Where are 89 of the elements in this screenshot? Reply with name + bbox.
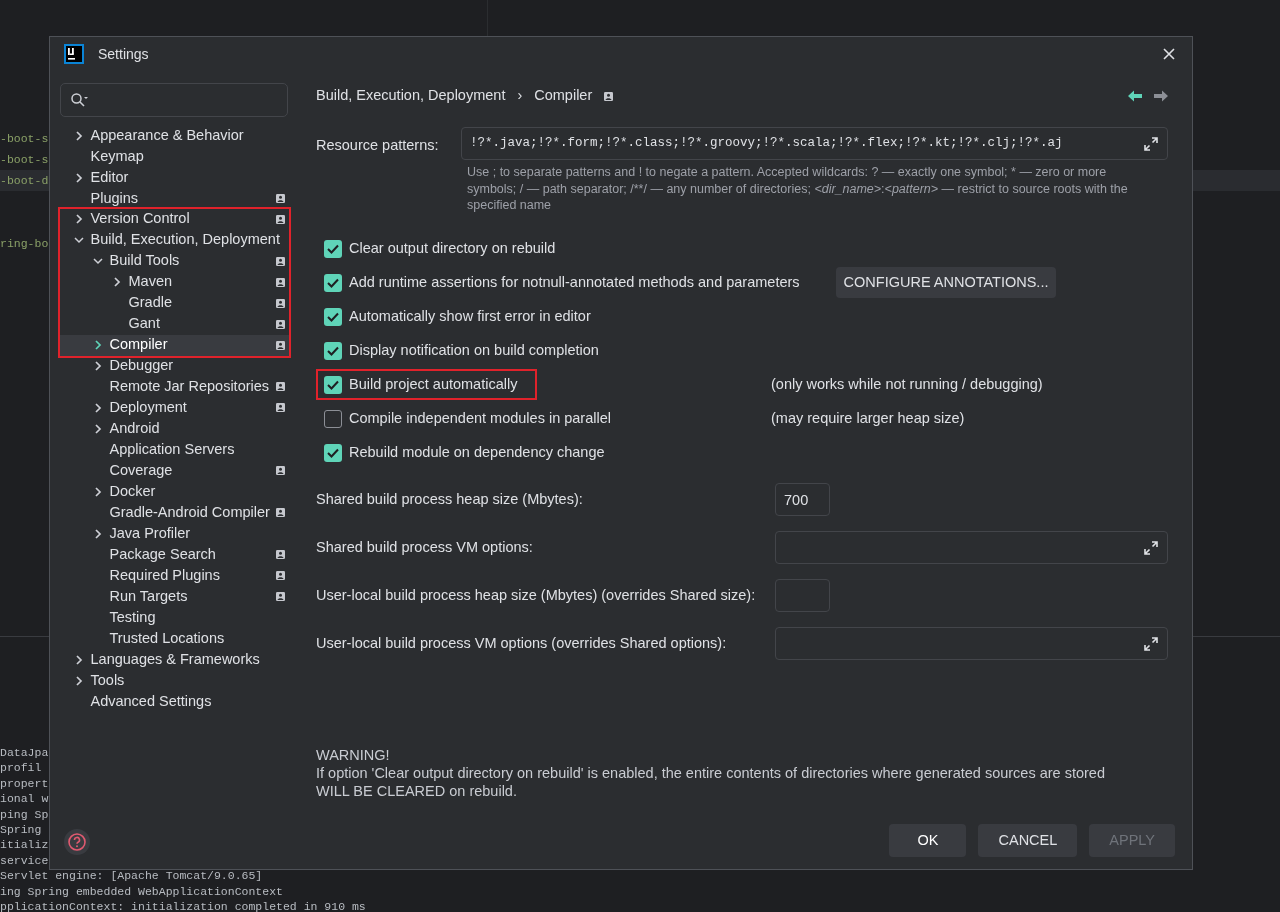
help-icon[interactable]	[64, 829, 90, 855]
checkbox-label: Add runtime assertions for notnull-annotated methods and parameters	[349, 272, 800, 292]
tree-item[interactable]: Deployment	[59, 397, 289, 418]
field-label: Resource patterns:	[316, 136, 440, 155]
window-title: Settings	[98, 44, 149, 64]
checkbox[interactable]	[324, 443, 342, 462]
tree-item[interactable]: Coverage	[59, 460, 289, 481]
app-logo-icon	[64, 44, 84, 64]
tree-item[interactable]: Testing	[59, 607, 289, 628]
console-line: ping Sp	[0, 806, 49, 822]
console-line: ing Spring embedded WebApplicationContext	[0, 883, 283, 899]
console-line: service	[0, 852, 49, 869]
checkbox-label: Rebuild module on dependency change	[349, 442, 605, 462]
tree-item[interactable]: Docker	[59, 481, 289, 502]
checkbox-label: Automatically show first error in editor	[349, 306, 591, 326]
dialog-button[interactable]: CANCEL	[978, 824, 1078, 857]
breadcrumb-separator: ›	[517, 86, 523, 106]
field-label: User-local build process heap size (Mbytes) (overrides Shared size):	[316, 585, 757, 605]
tree-item[interactable]: Plugins	[59, 188, 289, 209]
tree-item[interactable]: Trusted Locations	[59, 628, 289, 649]
checkbox[interactable]	[324, 273, 342, 292]
tree-item[interactable]: Debugger	[59, 355, 289, 376]
dialog-button[interactable]: OK	[889, 824, 967, 857]
tree-item[interactable]: Gant	[59, 313, 289, 335]
back-arrow-icon[interactable]	[1128, 90, 1142, 102]
code-line: -boot-s	[0, 152, 49, 168]
resource-patterns-field[interactable]: !?*.java;!?*.form;!?*.class;!?*.groovy;!?*.scala;!?*.flex;!?*.kt;!?*.clj;!?*.aj	[461, 127, 1168, 160]
help-text: Use ; to separate patterns and ! to negate a pattern. Accepted wildcards: ? — exactly one symbol; * — zero or more symbols; / — path separator; /**/ — any number of directories; <dir_name>:<pattern> — restrict to source roots with the specified name	[467, 164, 1129, 214]
search-icon	[70, 92, 88, 108]
expand-icon[interactable]	[1143, 635, 1159, 652]
checkbox-label: Clear output directory on rebuild	[349, 238, 556, 258]
tree-item[interactable]: Run Targets	[59, 586, 289, 607]
tree-item[interactable]: Maven	[59, 271, 289, 293]
console-line: propert	[0, 775, 49, 792]
configure-annotations-button[interactable]: CONFIGURE ANNOTATIONS...	[835, 266, 1057, 299]
breadcrumb-item[interactable]: Build, Execution, Deployment	[316, 85, 506, 107]
warning-title: WARNING!	[316, 746, 391, 764]
console-line: itializ	[0, 837, 49, 853]
checkbox[interactable]	[324, 341, 342, 360]
checkbox[interactable]	[324, 239, 342, 258]
field-label: Shared build process VM options:	[316, 537, 534, 557]
field-label: User-local build process VM options (overrides Shared options):	[316, 633, 728, 653]
checkbox[interactable]	[324, 409, 342, 428]
option-note: (only works while not running / debugging)	[771, 374, 1043, 394]
tree-item[interactable]: Compiler	[59, 334, 289, 356]
checkbox-label: Compile independent modules in parallel	[349, 408, 611, 428]
console-line: Spring	[0, 821, 42, 838]
console-line: profil	[0, 760, 42, 776]
option-note: (may require larger heap size)	[771, 408, 965, 428]
tree-item[interactable]: Appearance & Behavior	[59, 125, 289, 146]
tree-item[interactable]: Keymap	[59, 146, 289, 167]
tree-item[interactable]: Java Profiler	[59, 523, 289, 544]
field-label: Shared build process heap size (Mbytes):	[316, 489, 584, 509]
tree-item[interactable]: Tools	[59, 670, 289, 691]
warning-text: If option 'Clear output directory on rebuild' is enabled, the entire contents of directories where generated sources are stored WILL BE CLEARED on rebuild.	[316, 764, 1106, 800]
console-line: ional w	[0, 791, 49, 807]
text-field[interactable]	[775, 627, 1168, 660]
tree-item[interactable]: Advanced Settings	[59, 691, 289, 712]
tree-item[interactable]: Build Tools	[59, 250, 289, 272]
breadcrumb-item[interactable]: Compiler	[534, 85, 593, 107]
number-field[interactable]	[775, 579, 830, 612]
tree-item[interactable]: Languages & Frameworks	[59, 649, 289, 670]
console-line: Servlet engine: [Apache Tomcat/9.0.65]	[0, 868, 263, 884]
tree-item[interactable]: Build, Execution, Deployment	[59, 229, 289, 251]
tree-item[interactable]: Gradle-Android Compiler	[59, 502, 289, 523]
checkbox-label: Display notification on build completion	[349, 340, 599, 360]
expand-icon[interactable]	[1143, 539, 1159, 556]
tree-item[interactable]: Gradle	[59, 292, 289, 314]
close-icon	[1162, 47, 1176, 61]
tree-item[interactable]: Version Control	[59, 208, 289, 230]
tree-item[interactable]: Editor	[59, 167, 289, 188]
tree-item[interactable]: Package Search	[59, 544, 289, 565]
number-field[interactable]: 700	[775, 483, 830, 516]
tree-item[interactable]: Android	[59, 418, 289, 439]
expand-icon[interactable]	[1143, 135, 1159, 152]
tree-item[interactable]: Remote Jar Repositories	[59, 376, 289, 397]
forward-arrow-icon[interactable]	[1154, 90, 1168, 102]
checkbox[interactable]	[324, 375, 342, 394]
code-line: ring-bo	[0, 236, 49, 252]
tree-item[interactable]: Required Plugins	[59, 565, 289, 586]
code-line: -boot-d	[0, 173, 49, 189]
tree-item[interactable]: Application Servers	[59, 439, 289, 460]
checkbox[interactable]	[324, 307, 342, 326]
console-line: DataJpa	[0, 745, 49, 761]
code-line: -boot-s	[0, 131, 49, 147]
text-field[interactable]	[775, 531, 1168, 564]
console-line: pplicationContext: initialization completed in 910 ms	[0, 898, 366, 912]
search-field[interactable]	[60, 83, 288, 117]
checkbox-label: Build project automatically	[349, 374, 518, 394]
